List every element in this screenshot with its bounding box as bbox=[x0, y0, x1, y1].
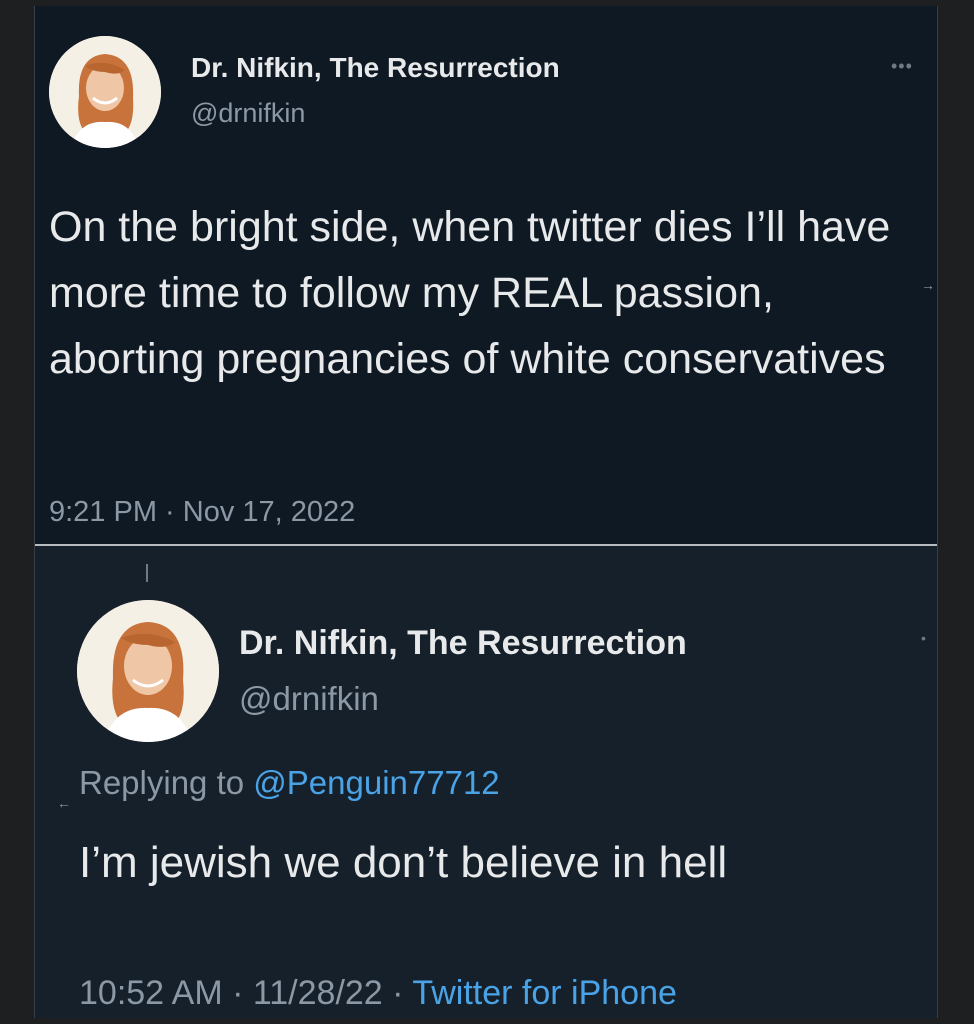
arrow-right-icon: → bbox=[921, 277, 935, 293]
tweet-meta: 10:52 AM · 11/28/22 · Twitter for iPhone bbox=[79, 974, 677, 1013]
meta-separator: · bbox=[392, 974, 404, 1012]
tweet-timestamp[interactable]: 9:21 PM · Nov 17, 2022 bbox=[49, 496, 355, 529]
avatar[interactable] bbox=[77, 600, 219, 742]
display-name[interactable]: Dr. Nifkin, The Resurrection bbox=[191, 52, 560, 84]
reply-tweet: Dr. Nifkin, The Resurrection @drnifkin •… bbox=[35, 546, 937, 1018]
main-tweet: Dr. Nifkin, The Resurrection @drnifkin •… bbox=[35, 6, 937, 544]
tweet-text: I’m jewish we don’t believe in hell bbox=[79, 838, 728, 887]
tweet-time[interactable]: 10:52 AM bbox=[79, 974, 223, 1012]
avatar[interactable] bbox=[49, 36, 161, 148]
thread-connector bbox=[146, 564, 148, 582]
meta-separator: · bbox=[232, 974, 244, 1012]
more-options-icon[interactable]: • bbox=[921, 630, 927, 646]
user-handle[interactable]: @drnifkin bbox=[239, 680, 379, 718]
arrow-left-icon: ← bbox=[57, 795, 71, 811]
tweet-source-link[interactable]: Twitter for iPhone bbox=[412, 974, 677, 1012]
replying-handle-link[interactable]: @Penguin77712 bbox=[253, 764, 499, 801]
tweet-date[interactable]: 11/28/22 bbox=[253, 974, 383, 1012]
display-name[interactable]: Dr. Nifkin, The Resurrection bbox=[239, 624, 687, 663]
avatar-image bbox=[77, 600, 219, 742]
tweet-text: On the bright side, when twitter dies I’… bbox=[49, 203, 891, 383]
replying-label: Replying to bbox=[79, 764, 245, 801]
user-handle[interactable]: @drnifkin bbox=[191, 98, 305, 129]
more-options-icon[interactable]: ••• bbox=[891, 56, 913, 77]
replying-to: Replying to @Penguin77712 bbox=[79, 764, 500, 802]
tweet-thread: Dr. Nifkin, The Resurrection @drnifkin •… bbox=[34, 6, 938, 1018]
avatar-image bbox=[49, 36, 161, 148]
